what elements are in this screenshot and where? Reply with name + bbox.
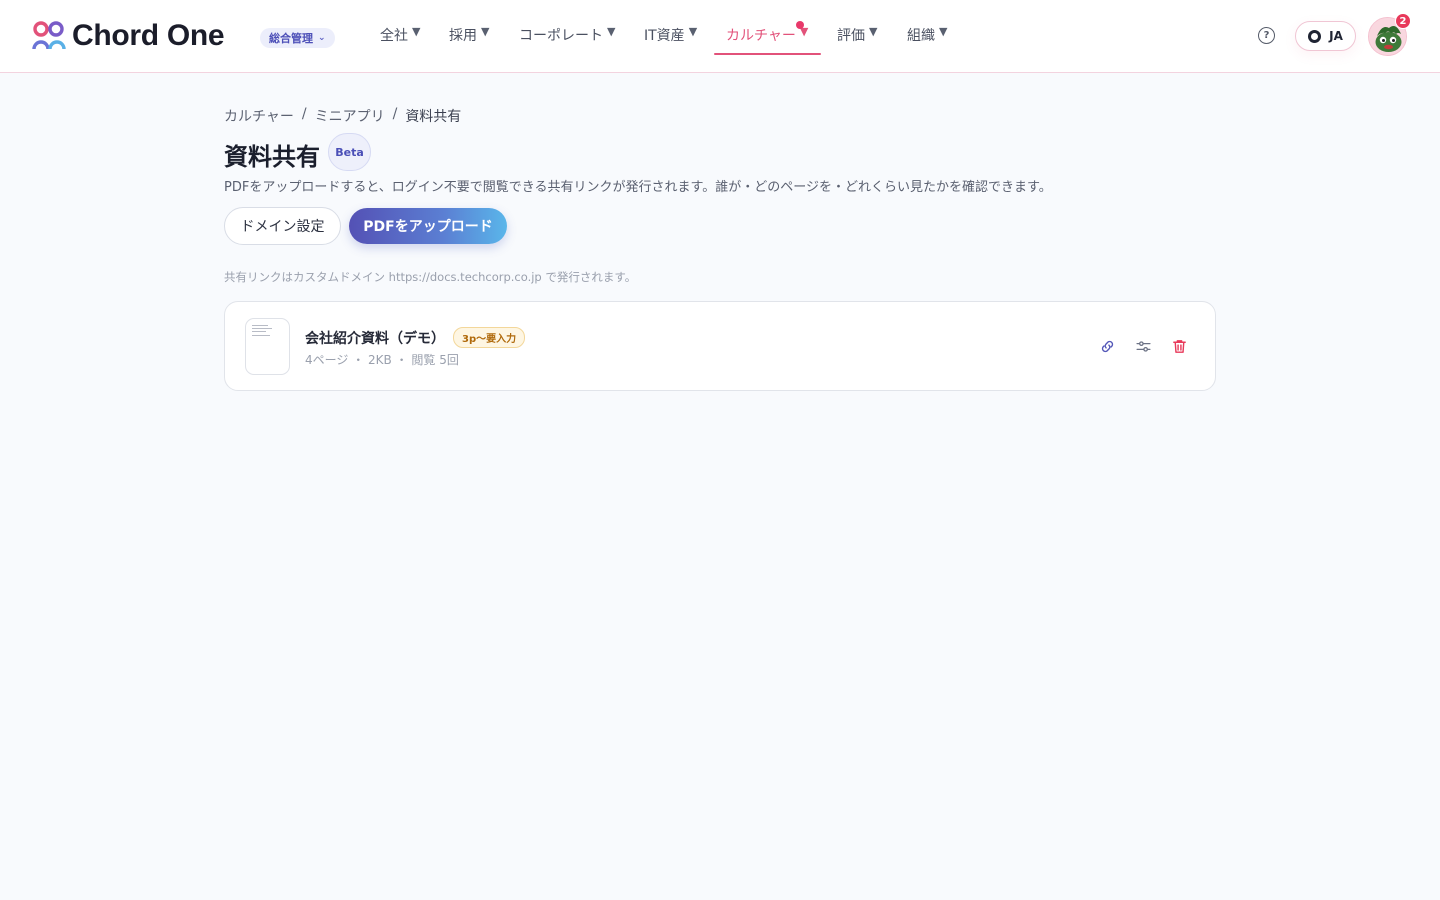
- nav-item-label: 組織: [907, 28, 935, 44]
- nav-item-company[interactable]: 全社 ▼: [380, 25, 420, 55]
- nav-item-recruiting[interactable]: 採用 ▼: [449, 25, 489, 55]
- page-title: 資料共有: [224, 143, 320, 171]
- notification-badge: 2: [1395, 13, 1411, 29]
- breadcrumb-separator: /: [392, 106, 398, 122]
- active-tab-indicator: [714, 53, 821, 55]
- chord-logo-icon: [32, 21, 66, 50]
- nav-item-label: コーポレート: [519, 28, 603, 44]
- document-title[interactable]: 会社紹介資料（デモ）: [305, 328, 445, 348]
- sliders-icon[interactable]: [1134, 337, 1152, 355]
- dropdown-arrow-icon: ▼: [688, 25, 698, 38]
- dropdown-arrow-icon: ▼: [607, 25, 616, 38]
- dropdown-arrow-icon: ▼: [412, 25, 421, 38]
- nav-item-label: 全社: [380, 28, 408, 44]
- breadcrumb-current: 資料共有: [405, 109, 462, 125]
- nav-item-culture[interactable]: カルチャー ▼: [726, 25, 808, 55]
- nav-item-evaluation[interactable]: 評価 ▼: [837, 25, 877, 55]
- nav-item-it-assets[interactable]: IT資産 ▼: [644, 25, 697, 55]
- breadcrumb: カルチャー / ミニアプリ / 資料共有: [224, 106, 461, 126]
- top-header: Chord One 総合管理 ⌄ 全社 ▼ 採用 ▼ コーポレート ▼ IT資産 ▼ カ…: [0, 0, 1440, 73]
- notification-dot: [796, 21, 804, 29]
- brand-name: Chord One: [72, 19, 225, 52]
- breadcrumb-separator: /: [301, 106, 307, 122]
- help-icon[interactable]: ?: [1258, 27, 1275, 44]
- document-card[interactable]: 会社紹介資料（デモ） 3p〜要入力 4ページ ・ 2KB ・ 閲覧 5回: [224, 301, 1216, 391]
- domain-settings-button[interactable]: ドメイン設定: [224, 207, 341, 245]
- dropdown-arrow-icon: ▼: [869, 25, 878, 38]
- beta-badge: Beta: [328, 133, 371, 171]
- document-meta: 4ページ ・ 2KB ・ 閲覧 5回: [305, 353, 459, 367]
- nav-item-label: 採用: [449, 28, 477, 44]
- upload-pdf-button[interactable]: PDFをアップロード: [349, 208, 507, 244]
- nav-item-organization[interactable]: 組織 ▼: [907, 25, 947, 55]
- nav-item-label: IT資産: [644, 28, 685, 44]
- role-label: 総合管理: [269, 32, 313, 45]
- nav-item-corporate[interactable]: コーポレート ▼: [519, 25, 615, 55]
- status-badge: 3p〜要入力: [453, 327, 526, 348]
- brand-logo[interactable]: Chord One: [32, 19, 225, 52]
- nav-item-label: 評価: [837, 28, 865, 44]
- language-switcher[interactable]: JA: [1295, 21, 1356, 51]
- dropdown-arrow-icon: ▼: [481, 25, 490, 38]
- language-label: JA: [1329, 29, 1343, 43]
- breadcrumb-item[interactable]: ミニアプリ: [315, 106, 385, 126]
- nav-item-label: カルチャー: [726, 28, 796, 44]
- trash-icon[interactable]: [1170, 337, 1188, 355]
- link-icon[interactable]: [1098, 337, 1116, 355]
- role-switcher[interactable]: 総合管理 ⌄: [260, 28, 335, 48]
- pdf-thumbnail[interactable]: [245, 318, 290, 375]
- domain-note: 共有リンクはカスタムドメイン https://docs.techcorp.co.…: [224, 270, 637, 284]
- page-description: PDFをアップロードすると、ログイン不要で閲覧できる共有リンクが発行されます。誰…: [224, 180, 1052, 195]
- dropdown-arrow-icon: ▼: [939, 25, 948, 38]
- breadcrumb-item[interactable]: カルチャー: [224, 106, 294, 126]
- chevron-down-icon: ⌄: [318, 33, 326, 43]
- globe-icon: [1308, 29, 1322, 43]
